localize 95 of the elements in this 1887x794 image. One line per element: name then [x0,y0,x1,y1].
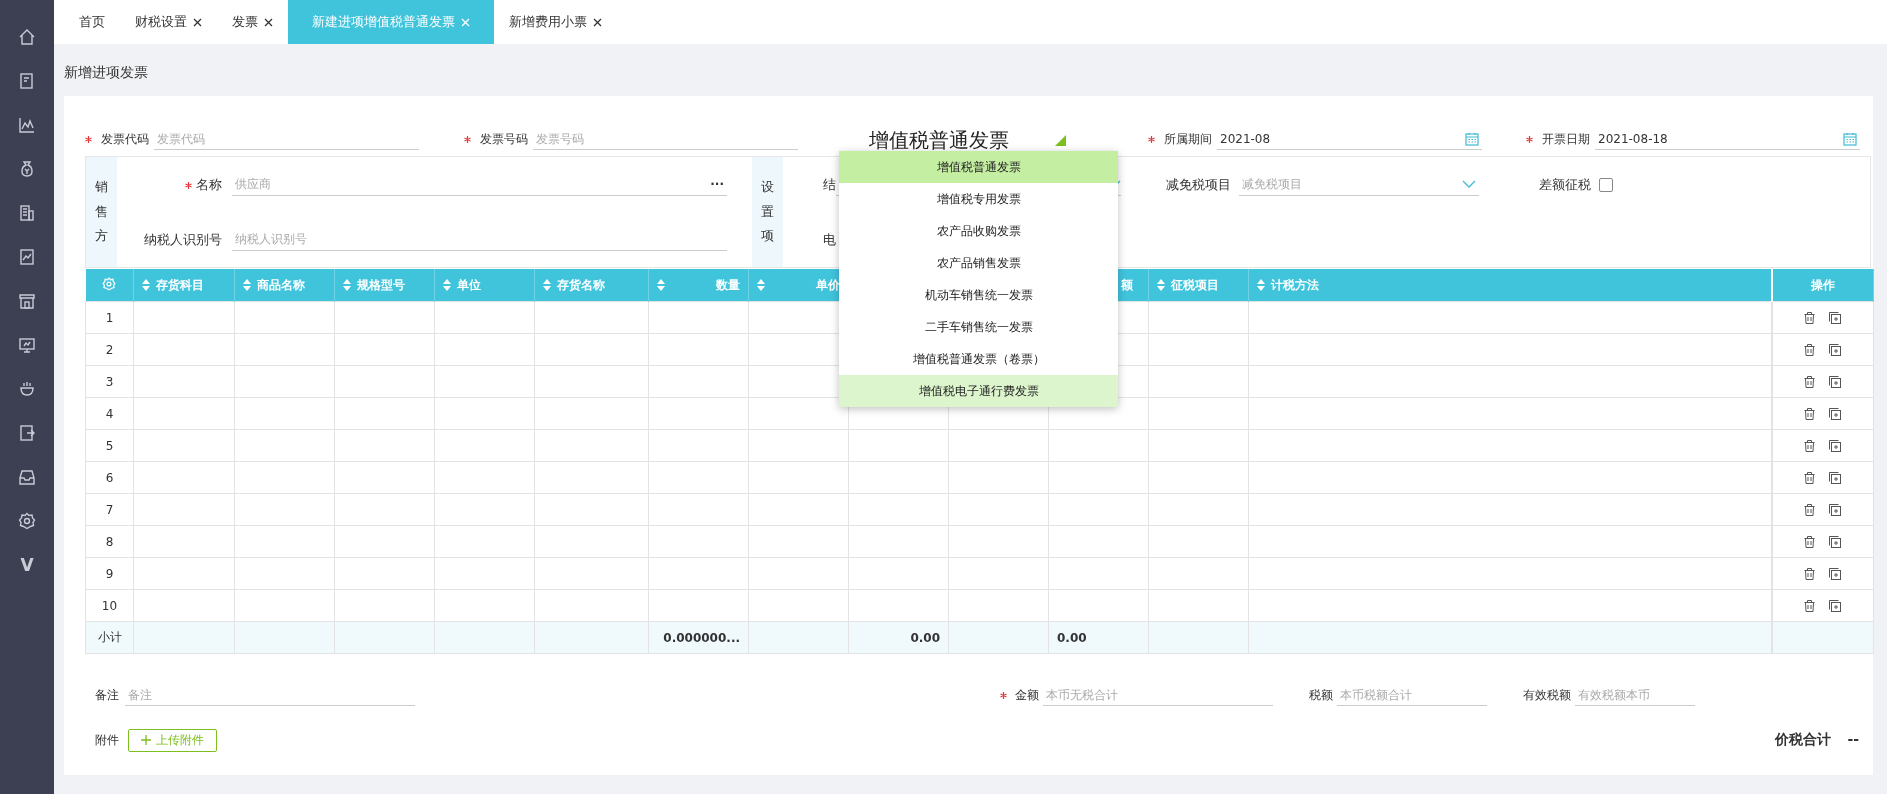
total-label: 价税合计 [1775,731,1832,749]
document-chart-icon[interactable] [18,248,36,266]
field-label: 开票日期 [1542,130,1590,148]
field-label: 附件 [95,731,119,749]
field-label: 结 [823,175,836,194]
copy-icon[interactable] [1829,503,1842,516]
row-number: 6 [105,470,114,485]
field-label: 所属期间 [1164,130,1212,148]
input-field[interactable]: 供应商 ··· [232,173,727,196]
trash-icon[interactable] [1804,471,1816,484]
input-field[interactable]: 发票代码 [154,128,419,150]
trash-icon[interactable] [1804,375,1816,388]
close-icon[interactable] [264,17,273,27]
tray-icon[interactable] [18,468,36,486]
copy-icon[interactable] [1829,311,1842,324]
menu-item[interactable]: 二手车销售统一发票 [839,311,1118,343]
close-icon[interactable] [193,17,202,27]
menu-item[interactable]: 机动车销售统一发票 [839,279,1118,311]
menu-item[interactable]: 增值税普通发票（卷票） [839,343,1118,375]
copy-icon[interactable] [1829,439,1842,452]
trash-icon[interactable] [1804,343,1816,356]
tab[interactable]: 新增费用小票 [494,0,617,45]
input-field[interactable]: 发票号码 [533,128,798,150]
field-label: 发票代码 [101,130,149,148]
field-label: 有效税额 [1523,686,1571,704]
home-icon[interactable] [18,28,36,46]
money-bag-icon[interactable] [18,160,36,178]
copy-icon[interactable] [1829,599,1842,612]
receipt-icon[interactable] [18,72,36,90]
field-label: 备注 [95,686,119,704]
field-label: 税额 [1309,686,1333,704]
menu-item[interactable]: 增值税专用发票 [839,183,1118,215]
field-label: 发票号码 [480,130,528,148]
field-label: 金额 [1015,686,1039,704]
input-field[interactable]: 备注 [125,684,415,706]
page-title: 新增进项发票 [63,63,149,83]
monitor-icon[interactable] [18,336,36,354]
input-field[interactable]: 本币税额合计 [1337,684,1487,706]
row-number: 2 [105,342,114,357]
trash-icon[interactable] [1804,567,1816,580]
store-icon[interactable] [18,292,36,310]
trash-icon[interactable] [1804,311,1816,324]
date-field[interactable]: 2021-08 [1217,128,1482,150]
logo[interactable]: V [20,555,34,575]
row-number: 10 [101,598,118,613]
table-cell: 0.00 [1048,621,1149,654]
tab[interactable]: 财税设置 [120,0,217,45]
copy-icon[interactable] [1829,471,1842,484]
copy-icon[interactable] [1829,343,1842,356]
field-label: 减免税项目 [1166,175,1231,194]
row-number: 7 [105,502,114,517]
field-label: 电 [823,230,836,249]
row-number: 3 [105,374,114,389]
total-value: -- [1847,731,1859,749]
section-heading: 销售方 [86,157,117,267]
invoice-type-title[interactable]: 增值税普通发票 [869,124,1009,154]
subtotal-label: 小计 [97,630,122,644]
field-label: 名称 [196,176,222,192]
trash-icon[interactable] [1804,535,1816,548]
row-number: 1 [105,310,114,325]
copy-icon[interactable] [1829,407,1842,420]
row-number: 9 [105,566,114,581]
settings-icon[interactable] [18,512,36,530]
checkbox[interactable] [1599,177,1613,192]
input-field[interactable]: 有效税额本币 [1575,684,1695,706]
copy-icon[interactable] [1829,535,1842,548]
menu-item[interactable]: 农产品销售发票 [839,247,1118,279]
table-cell: 0.000000... [648,621,749,654]
menu-item[interactable]: 增值税电子通行费发票 [839,375,1118,407]
tab[interactable]: 首页 [64,0,120,45]
trash-icon[interactable] [1804,407,1816,420]
input-field[interactable]: 本币无税合计 [1043,684,1273,706]
menu-item[interactable]: 增值税普通发票 [839,151,1118,183]
copy-icon[interactable] [1829,375,1842,388]
close-icon[interactable] [593,17,602,27]
row-number: 4 [105,406,114,421]
row-number: 8 [105,534,114,549]
tab[interactable]: 发票 [217,0,288,45]
line-chart-icon[interactable] [18,116,36,134]
trash-icon[interactable] [1804,439,1816,452]
date-field[interactable]: 2021-08-18 [1595,128,1860,150]
copy-icon[interactable] [1829,567,1842,580]
row-number: 5 [105,438,114,453]
document-icon[interactable] [18,424,36,442]
table-cell: 0.00 [848,621,949,654]
trash-icon[interactable] [1804,599,1816,612]
trash-icon[interactable] [1804,503,1816,516]
field-label: 纳税人识别号 [144,231,222,247]
checkbox-label: 差额征税 [1539,175,1591,194]
cup-icon[interactable] [18,380,36,398]
plus-icon [141,735,151,745]
section-heading: 设置项 [752,157,783,267]
more-button[interactable]: ··· [710,177,724,191]
menu-item[interactable]: 农产品收购发票 [839,215,1118,247]
building-icon[interactable] [18,204,36,222]
